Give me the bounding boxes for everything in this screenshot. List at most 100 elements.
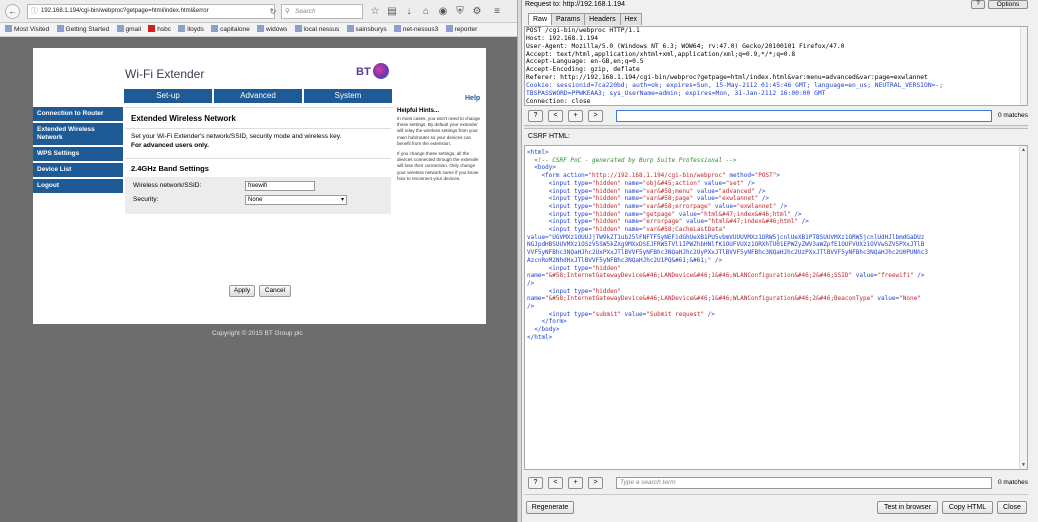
code-line: <input type="submit" value="Submit reque…: [527, 310, 715, 318]
page-title: Wi-Fi Extender: [125, 67, 205, 81]
tab-params[interactable]: Params: [551, 13, 586, 25]
reading-list-icon[interactable]: ▤: [385, 4, 399, 19]
add-button[interactable]: +: [568, 477, 583, 489]
bookmark-icon: [346, 25, 354, 32]
sidebar-item-wps[interactable]: WPS Settings: [33, 147, 123, 163]
ssid-label: Wireless network/SSID:: [133, 182, 202, 189]
tab-headers[interactable]: Headers: [584, 13, 621, 25]
tab-advanced[interactable]: Advanced: [214, 89, 302, 103]
sidebar-item-connection[interactable]: Connection to Router: [33, 107, 123, 123]
ssid-input[interactable]: freewifi: [245, 181, 315, 191]
scrollbar[interactable]: [1020, 27, 1027, 105]
scrollbar[interactable]: ▲ ▼: [1019, 146, 1027, 469]
search-placeholder: Search: [295, 8, 316, 15]
regenerate-button[interactable]: Regenerate: [526, 501, 574, 514]
code-line: <html>: [527, 149, 549, 156]
bookmark-item[interactable]: hsbc: [148, 23, 171, 36]
sidebar: Connection to Router Extended Wireless N…: [33, 107, 123, 195]
previous-button[interactable]: <: [548, 477, 563, 489]
addon-icon[interactable]: ⚙: [470, 4, 484, 19]
code-line: <form action="http://192.168.1.194/cgi-b…: [527, 172, 780, 180]
info-icon: ⓘ: [31, 8, 38, 15]
help-link[interactable]: Help: [465, 95, 480, 102]
bookmark-item[interactable]: widows: [256, 23, 287, 36]
hint-text: In most cases, you won't need to change …: [397, 116, 481, 146]
bookmark-item[interactable]: sainsburys: [346, 23, 387, 36]
tab-raw[interactable]: Raw: [528, 13, 553, 25]
sidebar-item-device-list[interactable]: Device List: [33, 163, 123, 179]
bookmark-item[interactable]: reporter: [445, 23, 477, 36]
bookmark-item[interactable]: lloyds: [178, 23, 204, 36]
reload-icon[interactable]: ↻: [266, 4, 280, 19]
search-input[interactable]: ⚲ Search: [281, 4, 363, 19]
code-line: name="&#58;InternetGatewayDevice&#46;LAN…: [527, 272, 925, 280]
pane-divider[interactable]: [524, 125, 1028, 129]
scroll-up-icon[interactable]: ▲: [1020, 146, 1027, 154]
bt-logo: BT: [356, 63, 390, 83]
copyright: Copyright © 2015 BT Group plc: [212, 330, 303, 337]
cancel-button[interactable]: Cancel: [259, 285, 291, 297]
bookmark-star-icon[interactable]: ☆: [368, 4, 382, 19]
bookmark-icon: [256, 25, 264, 32]
pocket-icon[interactable]: ◉: [436, 4, 450, 19]
close-button[interactable]: Close: [997, 501, 1027, 514]
help-button[interactable]: ?: [528, 477, 543, 489]
content-panel: Extended Wireless Network Set your Wi-Fi…: [125, 107, 393, 297]
tab-hex[interactable]: Hex: [619, 13, 643, 25]
code-line: VVF5yNFBhc3NQaHJhc2UxPXxJTlBVVF5yNFBhc3N…: [527, 249, 928, 257]
request-to-label: Request to: http://192.168.1.194: [525, 1, 626, 8]
tab-system[interactable]: System: [304, 89, 392, 103]
copy-html-button[interactable]: Copy HTML: [942, 501, 993, 514]
menu-icon[interactable]: ≡: [490, 4, 504, 19]
code-line: <input type="hidden" name="obj&#45;actio…: [527, 179, 755, 187]
csrf-html-editor[interactable]: <html> <!-- CSRF PoC - generated by Burp…: [524, 145, 1028, 470]
next-button[interactable]: >: [588, 110, 603, 122]
code-line: </form>: [541, 318, 567, 326]
bookmark-icon: [178, 25, 186, 32]
bookmark-item[interactable]: local nessus: [294, 23, 339, 36]
bookmark-item[interactable]: capitalone: [211, 23, 250, 36]
help-button[interactable]: ?: [528, 110, 543, 122]
sidebar-item-extended-wireless[interactable]: Extended Wireless Network: [33, 123, 123, 147]
test-in-browser-button[interactable]: Test in browser: [877, 501, 938, 514]
navigation-toolbar: ← ⓘ 192.168.1.194/cgi-bin/webproc?getpag…: [0, 0, 517, 23]
code-line: <input type="hidden" name="errorpage" va…: [527, 218, 809, 226]
help-button[interactable]: ?: [971, 0, 985, 9]
shield-icon[interactable]: ⛨: [453, 4, 467, 19]
bookmark-item[interactable]: Most Visited: [5, 23, 49, 36]
apply-button[interactable]: Apply: [229, 285, 255, 297]
add-button[interactable]: +: [568, 110, 583, 122]
code-line: AzcnRoM2NhdHxJTlBVVF5yNFBhc3NQaHJhc2U1PQ…: [527, 256, 723, 264]
request-search-row: ? < + > 0 matches: [528, 110, 1028, 122]
tab-setup[interactable]: Set-up: [124, 89, 212, 103]
options-button[interactable]: Options: [988, 0, 1028, 9]
bookmark-icon: [5, 25, 12, 32]
logo-text: BT: [356, 66, 371, 78]
code-line: NGJpdHBSUUVMXz1OSzV5SW5kZXg9MXxDSEJFRW5T…: [527, 241, 925, 249]
divider: [125, 128, 391, 129]
raw-request-editor[interactable]: POST /cgi-bin/webproc HTTP/1.1 Host: 192…: [524, 26, 1028, 106]
code-line: <!-- CSRF PoC - generated by Burp Suite …: [534, 156, 737, 164]
router-page: Wi-Fi Extender BT Set-up Advanced System…: [33, 48, 486, 324]
sidebar-item-logout[interactable]: Logout: [33, 179, 123, 195]
code-line: </body>: [534, 326, 560, 334]
code-line: <input type="hidden" name="getpage" valu…: [527, 210, 802, 218]
scroll-down-icon[interactable]: ▼: [1020, 461, 1027, 469]
back-icon[interactable]: ←: [5, 4, 20, 19]
previous-button[interactable]: <: [548, 110, 563, 122]
bookmark-icon: [445, 25, 453, 32]
bookmark-item[interactable]: gmail: [116, 23, 141, 36]
csrf-search-input[interactable]: Type a search term: [616, 477, 992, 489]
code-line: </html>: [527, 333, 553, 341]
url-bar[interactable]: ⓘ 192.168.1.194/cgi-bin/webproc?getpage=…: [27, 4, 275, 19]
download-icon[interactable]: ↓: [402, 4, 416, 19]
next-button[interactable]: >: [588, 477, 603, 489]
home-icon[interactable]: ⌂: [419, 4, 433, 19]
chevron-down-icon: ▾: [340, 197, 344, 203]
bookmark-item[interactable]: net-nessus3: [393, 23, 438, 36]
content-title: Extended Wireless Network: [131, 114, 236, 123]
code-line: <body>: [534, 164, 556, 172]
request-search-input[interactable]: [616, 110, 992, 122]
bookmark-item[interactable]: Getting Started: [56, 23, 109, 36]
security-select[interactable]: None ▾: [245, 195, 347, 205]
